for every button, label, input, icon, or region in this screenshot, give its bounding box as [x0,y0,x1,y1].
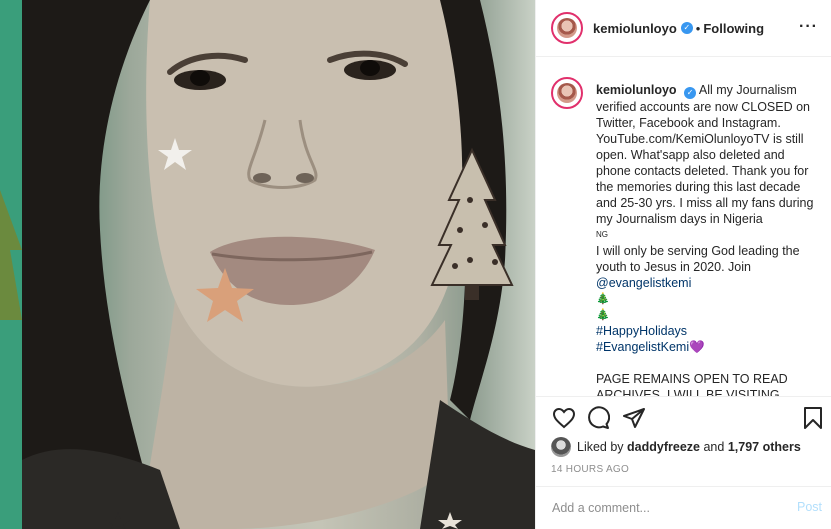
caption-avatar[interactable] [551,77,583,109]
hashtag-link[interactable]: #HappyHolidays [596,323,816,339]
purple-heart-emoji: 💜 [689,340,705,354]
action-bar [536,397,831,437]
hashtag-link[interactable]: #EvangelistKemi [596,340,689,354]
tree-emoji: 🎄 [596,309,610,321]
caption-line: I will only be serving God leading the y… [596,244,800,274]
liker-username[interactable]: daddyfreeze [627,440,700,454]
caption-line: NG [596,230,608,239]
comment-input[interactable] [550,497,774,519]
avatar[interactable] [551,12,583,44]
more-options-icon[interactable]: ··· [799,18,818,36]
tree-emoji: 🎄 [596,293,610,305]
likes-prefix: Liked by [577,440,624,454]
mention-link[interactable]: @evangelistkemi [596,275,816,291]
likes-and: and [703,440,725,454]
caption-area[interactable]: kemiolunloyo ✓ All my Journalism verifie… [536,57,831,397]
post-timestamp[interactable]: 14 HOURS AGO [551,464,629,475]
post-header: kemiolunloyo ✓ • Following ··· [536,0,831,57]
likes-summary: Liked by daddyfreeze and 1,797 others [551,437,801,457]
selfie-photo-illustration [0,0,535,529]
verified-badge-icon: ✓ [680,22,693,34]
post-image[interactable] [0,0,535,529]
author-username[interactable]: kemiolunloyo [593,21,677,36]
follow-separator: • [695,20,701,36]
comment-icon[interactable] [586,406,611,435]
caption-line: PAGE REMAINS OPEN TO READ ARCHIVES. I WI… [596,372,788,397]
likes-others-link[interactable]: 1,797 others [728,440,801,454]
caption-line: All my Journalism verified accounts are … [596,83,814,226]
paper-plane-icon[interactable] [622,406,646,435]
following-button[interactable]: Following [703,21,764,36]
post-sidebar: kemiolunloyo ✓ • Following ··· kemiolunl… [535,0,831,529]
verified-badge-icon: ✓ [684,87,697,99]
caption-text: kemiolunloyo ✓ All my Journalism verifie… [596,82,816,397]
liker-avatar[interactable] [551,437,571,457]
caption-username[interactable]: kemiolunloyo [596,83,677,97]
bookmark-icon[interactable] [803,406,823,435]
post-comment-button[interactable]: Post [797,500,822,514]
heart-icon[interactable] [552,406,576,435]
comment-box: Post [536,486,831,529]
